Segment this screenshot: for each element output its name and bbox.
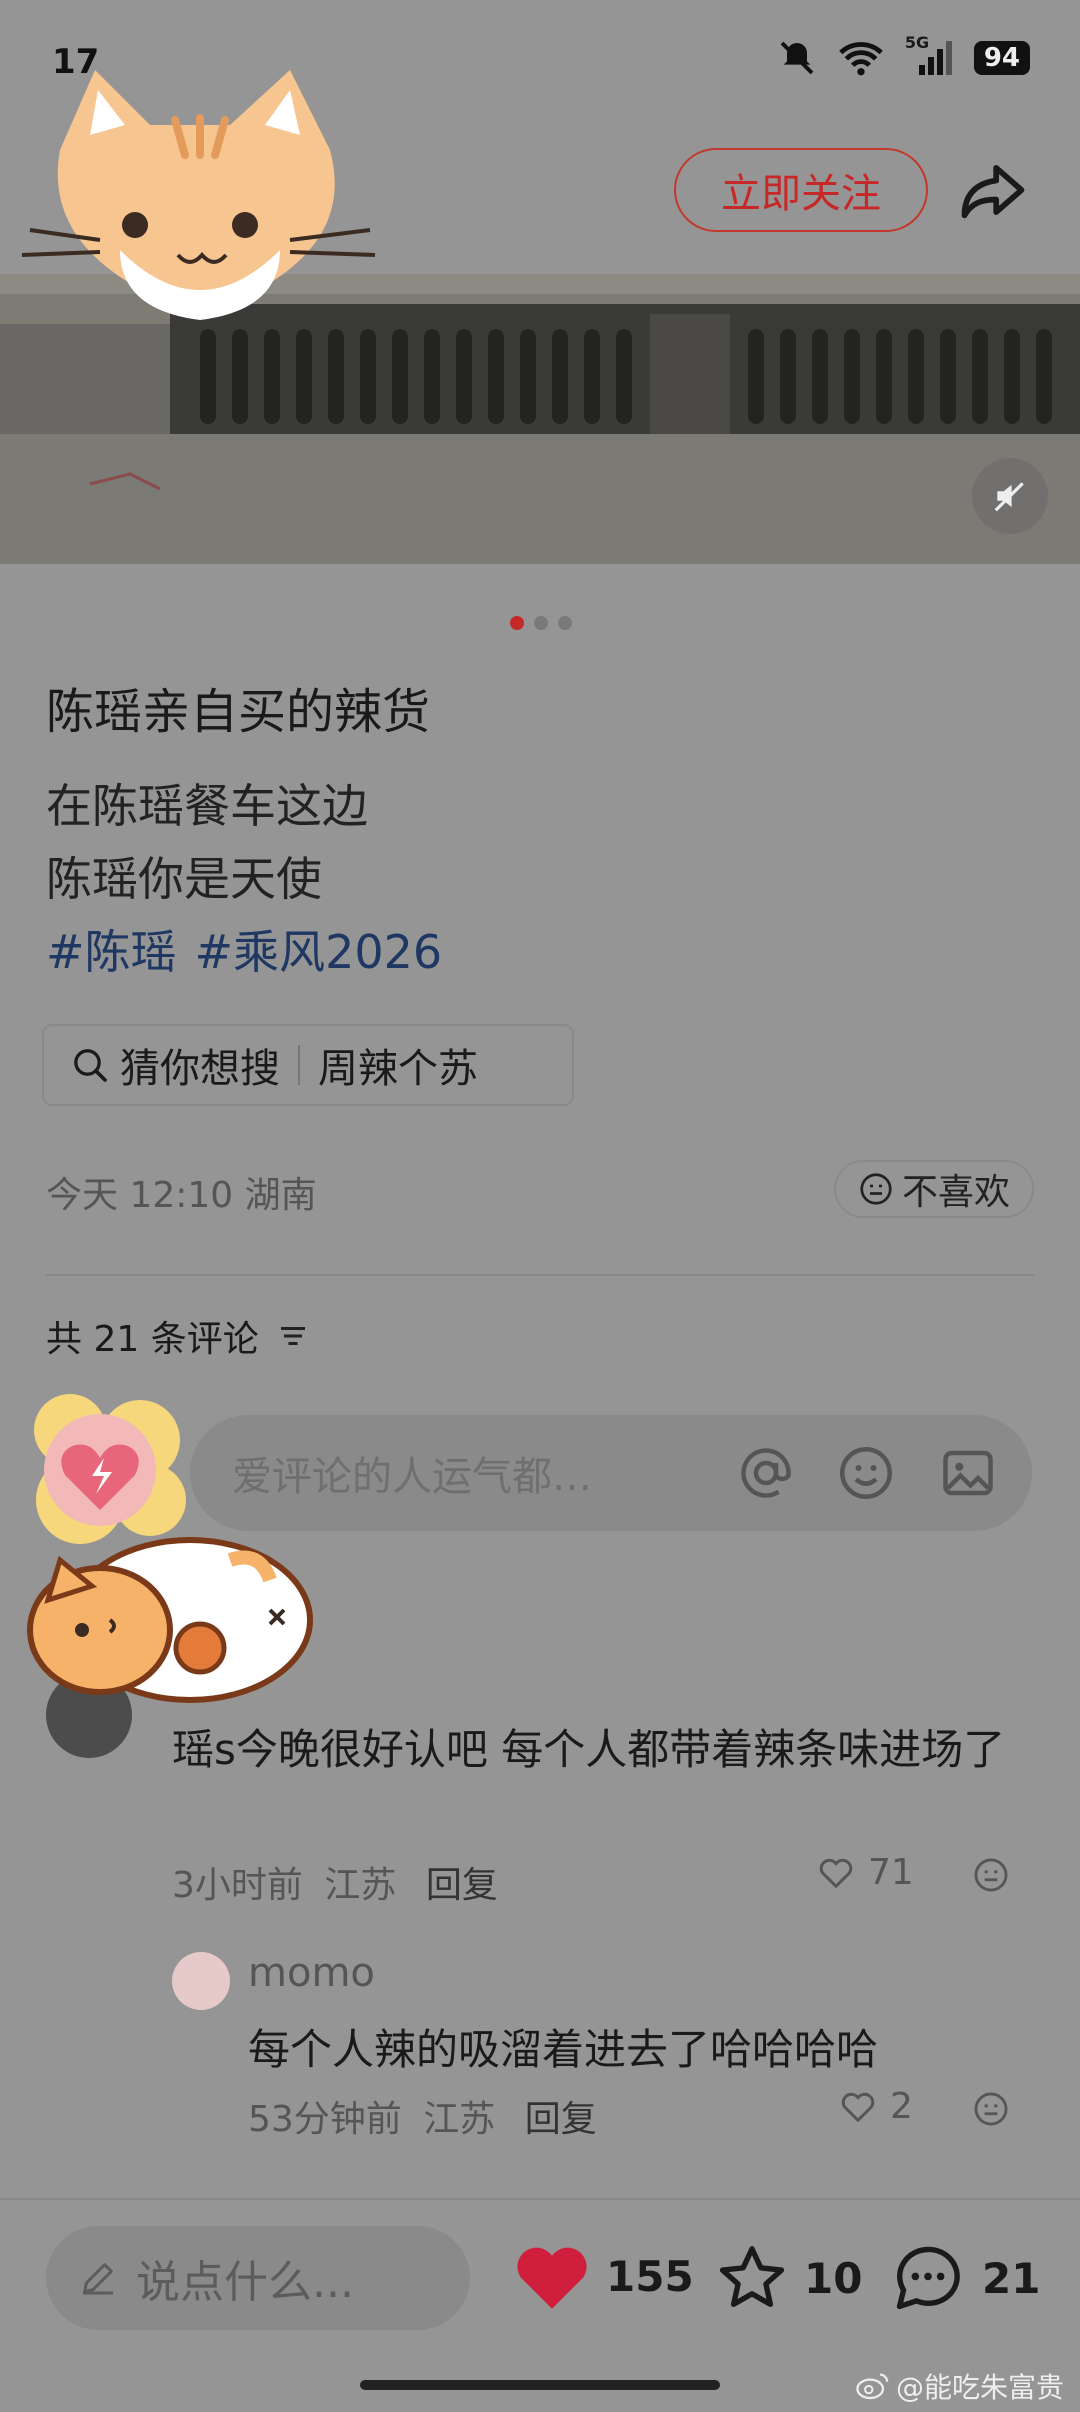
watermark: @能吃朱富贵	[856, 2366, 1064, 2406]
comment-count-label: 共 21 条评论	[46, 1319, 259, 1360]
signal-icon: 5G	[905, 33, 952, 75]
heart-outline-icon	[841, 2092, 875, 2122]
post-body-line: 陈瑶你是天使	[46, 852, 322, 906]
sort-icon[interactable]	[275, 1318, 311, 1354]
post-tags: #陈瑶 #乘风2026	[46, 916, 442, 982]
cat-sticker	[0, 30, 390, 330]
weibo-logo-icon	[856, 2373, 889, 2400]
comment-text: 瑶s今晚很好认吧 每个人都带着辣条味进场了	[172, 1725, 1006, 1774]
battery-icon: 94	[973, 41, 1030, 75]
carousel-indicator	[510, 616, 572, 630]
reply-button[interactable]: 回复	[426, 1865, 498, 1906]
star-outline-icon	[719, 2246, 785, 2307]
comment-like-count: 71	[868, 1852, 914, 1893]
comment-dislike-button[interactable]	[972, 1856, 1010, 1898]
home-indicator[interactable]	[360, 2380, 720, 2390]
carousel-dot	[558, 616, 572, 630]
say-something-input[interactable]: 说点什么...	[46, 2226, 470, 2330]
share-arrow-icon	[961, 164, 1025, 219]
reply-like-count: 2	[890, 2086, 913, 2127]
comment-time: 3小时前	[172, 1865, 303, 1906]
post-meta: 今天 12:10 湖南	[46, 1175, 317, 1216]
mute-bell-icon	[780, 41, 814, 75]
reply-text: 每个人辣的吸溜着进去了哈哈哈哈	[248, 2025, 879, 2074]
reply-author[interactable]: momo	[248, 1950, 375, 1996]
emoji-icon[interactable]	[836, 1443, 896, 1503]
signal-label: 5G	[904, 33, 930, 52]
meh-face-icon	[974, 2092, 1008, 2126]
avatar[interactable]	[172, 1952, 230, 2010]
carousel-dot-active	[510, 616, 524, 630]
hashtag-link[interactable]: #乘风2026	[195, 916, 443, 982]
comment-count: 共 21 条评论	[46, 1310, 311, 1362]
section-divider	[46, 1274, 1034, 1276]
wifi-icon	[839, 42, 883, 76]
collect-count: 10	[804, 2253, 863, 2303]
share-button[interactable]	[955, 152, 1031, 228]
meh-face-icon	[974, 1858, 1008, 1892]
comment-meta: 3小时前 江苏 回复	[172, 1856, 498, 1908]
watermark-text: @能吃朱富贵	[896, 2371, 1065, 2404]
heart-filled-icon	[517, 2247, 587, 2309]
guess-search-chip[interactable]: 猜你想搜 周辣个苏	[42, 1024, 574, 1106]
dislike-button[interactable]: 不喜欢	[834, 1160, 1034, 1218]
hashtag-link[interactable]: #陈瑶	[46, 916, 177, 982]
like-button[interactable]: 155	[512, 2240, 694, 2312]
collect-button[interactable]: 10	[714, 2240, 862, 2316]
comment-input[interactable]: 爱评论的人运气都…	[190, 1415, 1032, 1531]
dislike-label: 不喜欢	[901, 1172, 1010, 1213]
reply-meta: 53分钟前 江苏 回复	[248, 2090, 597, 2142]
reply-button[interactable]: 回复	[525, 2099, 597, 2140]
comment-location: 江苏	[324, 1865, 397, 1906]
say-something-placeholder: 说点什么...	[136, 2257, 354, 2308]
reply-location: 江苏	[423, 2099, 496, 2140]
reply-like-button[interactable]: 2	[838, 2086, 913, 2127]
pencil-icon	[83, 2263, 113, 2295]
speaker-muted-icon	[994, 482, 1024, 512]
status-icons: 5G 94	[777, 33, 1030, 78]
comment-button[interactable]: 21	[888, 2240, 1040, 2316]
comment-like-button[interactable]: 71	[816, 1852, 914, 1893]
reply-dislike-button[interactable]	[972, 2090, 1010, 2132]
image-icon[interactable]	[938, 1443, 998, 1503]
cat-sticker	[20, 1520, 320, 1720]
chat-bubble-icon	[896, 2246, 960, 2310]
guess-search-label: 猜你想搜	[120, 1046, 280, 1092]
like-count: 155	[606, 2251, 694, 2301]
comment-input-placeholder: 爱评论的人运气都…	[232, 1454, 592, 1500]
follow-button[interactable]: 立即关注	[674, 148, 928, 232]
reply-time: 53分钟前	[248, 2099, 402, 2140]
search-icon	[74, 1049, 107, 1082]
post-body-line: 在陈瑶餐车这边	[46, 779, 368, 833]
carousel-dot	[534, 616, 548, 630]
guess-search-suggestion[interactable]: 周辣个苏	[318, 1036, 478, 1094]
meh-face-icon	[860, 1173, 892, 1205]
comment-count-number: 21	[982, 2253, 1041, 2303]
divider	[298, 1045, 300, 1085]
mute-button[interactable]	[972, 458, 1048, 534]
heart-outline-icon	[819, 1858, 853, 1888]
at-mention-icon[interactable]	[736, 1443, 796, 1503]
post-title: 陈瑶亲自买的辣货	[46, 684, 431, 740]
